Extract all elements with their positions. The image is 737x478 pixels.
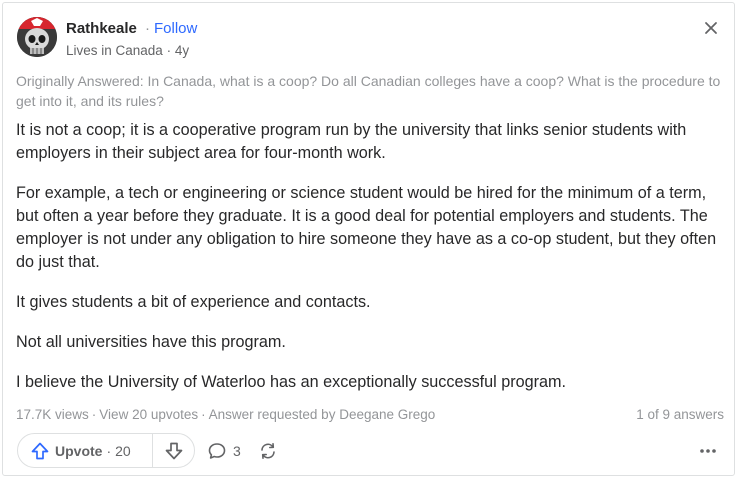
separator-dot: ·: [201, 407, 206, 422]
answer-paragraph: I believe the University of Waterloo has…: [16, 373, 567, 391]
close-icon: [705, 22, 717, 34]
separator-dot: ·: [91, 407, 97, 422]
author-name[interactable]: Rathkeale: [66, 20, 137, 37]
comment-count: 3: [233, 443, 241, 459]
follow-link[interactable]: · Follow: [145, 20, 197, 37]
views-count: 17.7K views: [16, 407, 89, 422]
separator-dot: ·: [166, 43, 175, 58]
answer-paragraph: Not all universities have this program.: [16, 333, 286, 351]
original-question[interactable]: Originally Answered: In Canada, what is …: [16, 71, 728, 111]
answer-requested-by[interactable]: Answer requested by Deegane Grego: [209, 407, 436, 422]
answer-paragraph: It gives students a bit of experience an…: [16, 293, 371, 311]
downvote-button[interactable]: [153, 434, 194, 467]
answer-body: It is not a coop; it is a cooperative pr…: [16, 119, 728, 411]
vote-group: Upvote · 20: [17, 433, 195, 468]
more-dots-icon: [700, 449, 716, 453]
follow-label[interactable]: Follow: [154, 20, 197, 37]
upvote-button[interactable]: Upvote · 20: [18, 434, 153, 467]
comment-bubble-icon: [208, 443, 226, 459]
upvote-count: 20: [115, 442, 131, 459]
close-button[interactable]: [702, 19, 720, 37]
comment-button[interactable]: 3: [207, 441, 241, 461]
answer-paragraph: For example, a tech or engineering or sc…: [16, 184, 717, 271]
answer-paragraph: It is not a coop; it is a cooperative pr…: [16, 121, 687, 162]
answers-count[interactable]: 1 of 9 answers: [636, 407, 724, 422]
upvote-arrow-icon: [31, 442, 49, 459]
more-options-button[interactable]: [698, 443, 718, 459]
author-credential-line: Lives in Canada · 4y: [66, 43, 189, 58]
author-credential[interactable]: Lives in Canada: [66, 43, 163, 58]
answer-card: Rathkeale · Follow Lives in Canada · 4y …: [2, 2, 735, 476]
avatar[interactable]: [17, 17, 57, 57]
skull-flag-avatar-image: [17, 17, 57, 57]
share-arrows-icon: [261, 443, 275, 459]
answer-stats: 17.7K views · View 20 upvotes · Answer reque…: [16, 407, 435, 422]
upvote-count-separator: ·: [106, 442, 112, 459]
share-button[interactable]: [258, 441, 278, 461]
upvote-label: Upvote: [55, 442, 103, 459]
downvote-arrow-icon: [165, 442, 182, 459]
view-upvotes-link[interactable]: View 20 upvotes: [99, 407, 198, 422]
answer-age[interactable]: 4y: [175, 43, 189, 58]
separator-dot: ·: [145, 20, 150, 37]
